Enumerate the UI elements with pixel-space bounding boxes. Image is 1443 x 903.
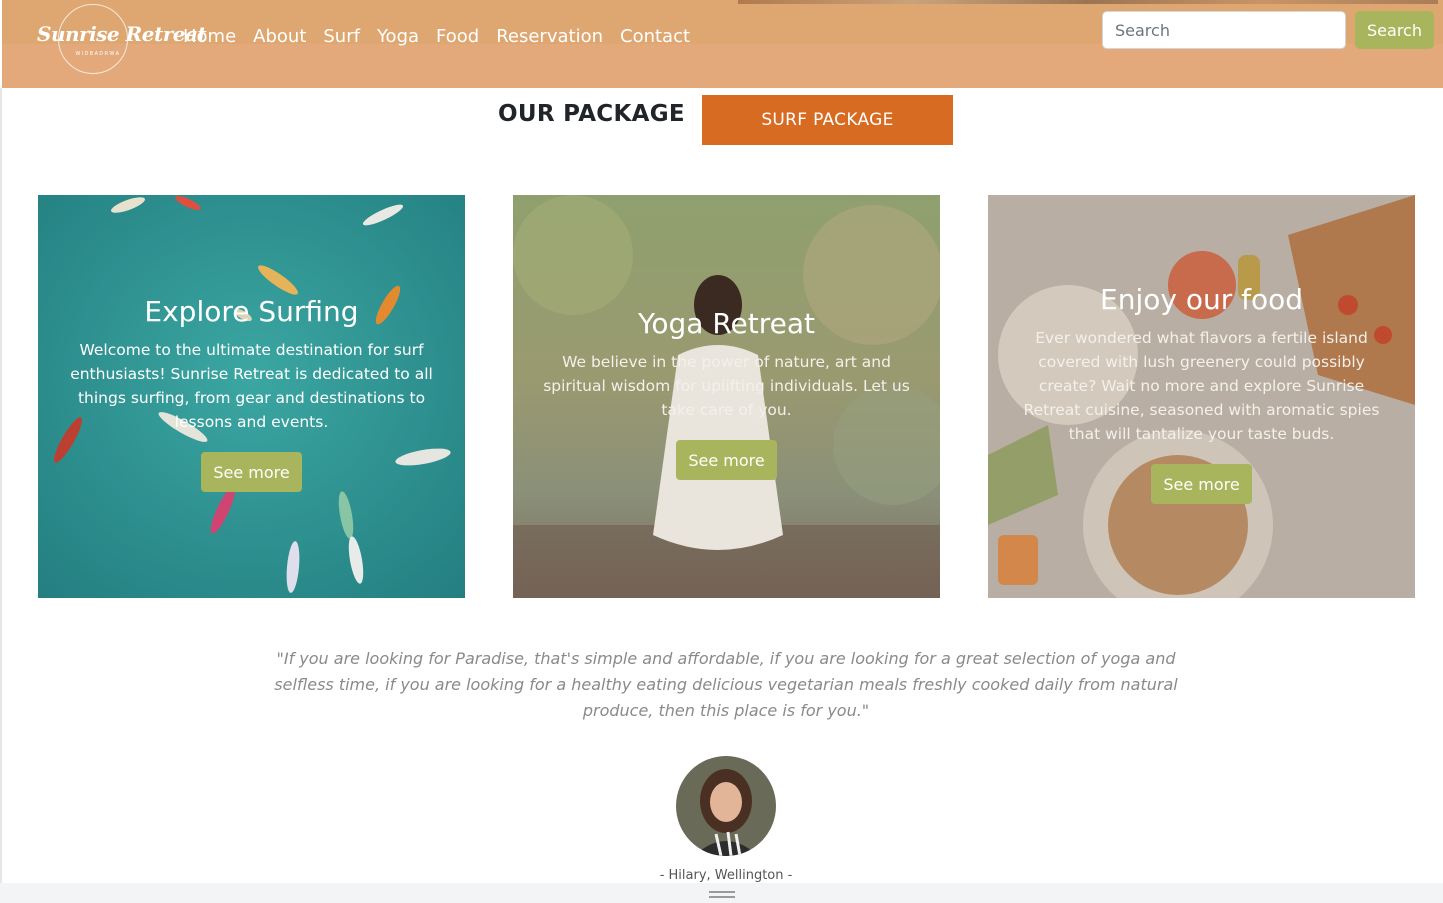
card-title: Enjoy our food (1100, 283, 1303, 316)
bottom-bar (0, 883, 1443, 903)
food-card-content: Enjoy our food Ever wondered what flavor… (988, 283, 1415, 504)
nav-link-home[interactable]: Home (183, 26, 236, 47)
nav-link-contact[interactable]: Contact (620, 26, 690, 47)
header-photo-strip (738, 0, 1438, 4)
card-food: Enjoy our food Ever wondered what flavor… (988, 195, 1415, 598)
surf-package-button[interactable]: SURF PACKAGE (702, 95, 953, 145)
card-text: Ever wondered what flavors a fertile isl… (1023, 329, 1380, 443)
navbar: Sunrise Retreat WIDBADRWA Home About Sur… (2, 0, 1443, 88)
main-nav: Home About Surf Yoga Food Reservation Co… (183, 26, 690, 47)
nav-link-food[interactable]: Food (436, 26, 479, 47)
search-button[interactable]: Search (1355, 11, 1434, 49)
see-more-button[interactable]: See more (1151, 464, 1252, 504)
avatar (676, 756, 776, 856)
nav-link-yoga[interactable]: Yoga (377, 26, 419, 47)
card-title: Explore Surfing (144, 295, 359, 328)
card-title: Yoga Retreat (637, 307, 815, 340)
yoga-card-content: Yoga Retreat We believe in the power of … (513, 307, 940, 480)
page-left-border (0, 88, 2, 883)
nav-link-surf[interactable]: Surf (323, 26, 360, 47)
surf-card-content: Explore Surfing Welcome to the ultimate … (38, 295, 465, 492)
see-more-button[interactable]: See more (676, 440, 777, 480)
card-text: We believe in the power of nature, art a… (543, 353, 910, 419)
logo-subtext: WIDBADRWA (75, 51, 121, 57)
logo-text: Sunrise Retreat (37, 22, 207, 46)
see-more-button[interactable]: See more (201, 452, 302, 492)
avatar-photo (676, 756, 776, 856)
testimonial-quote: "If you are looking for Paradise, that's… (274, 649, 1178, 720)
testimonial-author: - Hilary, Wellington - (659, 868, 793, 883)
nav-link-about[interactable]: About (253, 26, 306, 47)
site-logo[interactable]: Sunrise Retreat WIDBADRWA (32, 4, 207, 74)
nav-link-reservation[interactable]: Reservation (496, 26, 603, 47)
search-input[interactable] (1102, 11, 1346, 49)
card-text: Welcome to the ultimate destination for … (70, 341, 433, 431)
drag-handle-icon[interactable] (709, 891, 735, 899)
card-yoga: Yoga Retreat We believe in the power of … (513, 195, 940, 598)
card-surfing: Explore Surfing Welcome to the ultimate … (38, 195, 465, 598)
package-title: OUR PACKAGE (498, 101, 685, 127)
